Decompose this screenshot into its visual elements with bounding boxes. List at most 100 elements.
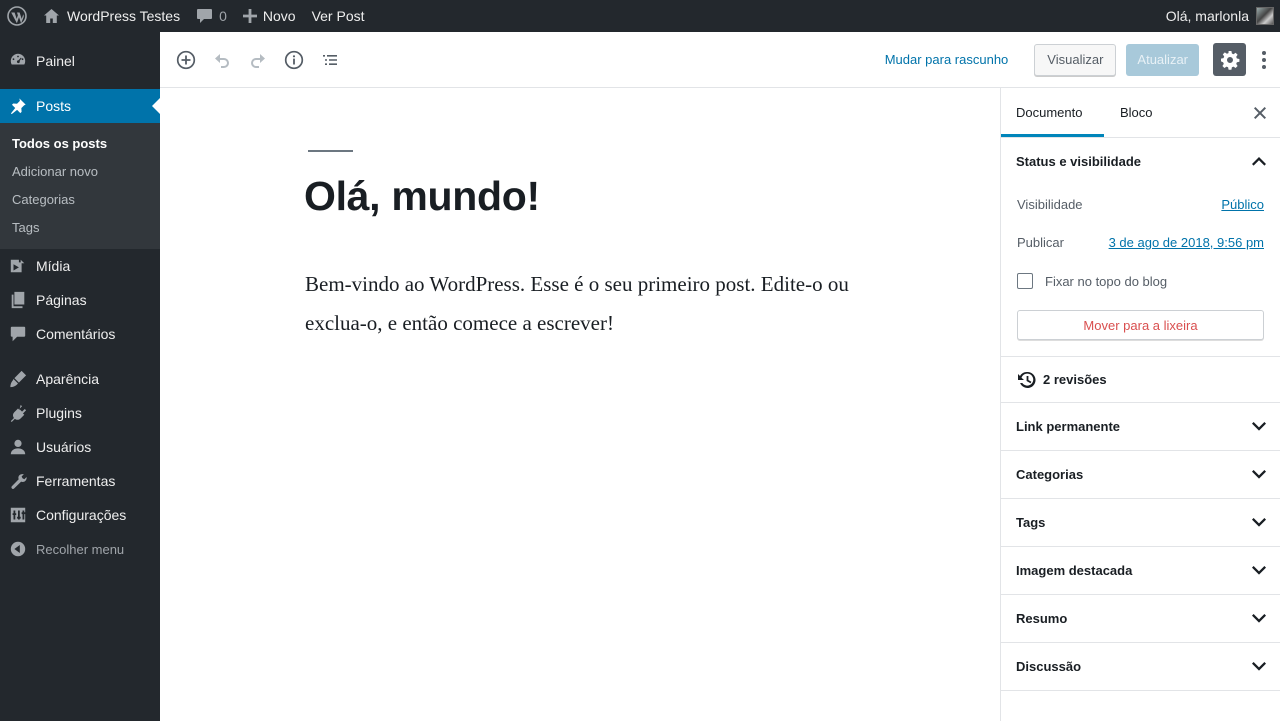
sidebar-item-label: Ferramentas: [36, 473, 116, 489]
title-divider: [308, 150, 353, 152]
tools-icon: [11, 474, 27, 489]
trash-label: Mover para a lixeira: [1083, 317, 1198, 333]
visibility-label: Visibilidade: [1017, 196, 1083, 212]
preview-button[interactable]: Visualizar: [1034, 43, 1117, 76]
content-info-button[interactable]: [276, 42, 312, 78]
tags-toggle[interactable]: Tags: [1001, 499, 1280, 546]
preview-label: Visualizar: [1047, 52, 1104, 67]
pin-icon: [10, 98, 26, 115]
settings-sidebar: Documento Bloco Status e visibilidade Vi…: [1000, 88, 1280, 721]
wordpress-logo-button[interactable]: [0, 0, 35, 32]
sidebar-item-label: Plugins: [36, 405, 82, 421]
section-title: Status e visibilidade: [1016, 154, 1141, 169]
list-outline-icon: [323, 54, 337, 65]
close-icon: [1254, 107, 1266, 119]
site-name: WordPress Testes: [67, 8, 181, 24]
visibility-row: Visibilidade Público: [1017, 185, 1264, 223]
discussion-toggle[interactable]: Discussão: [1001, 643, 1280, 690]
tags-section: Tags: [1001, 499, 1280, 547]
section-title: Categorias: [1016, 467, 1084, 482]
update-label: Atualizar: [1137, 52, 1188, 67]
section-title: Link permanente: [1016, 419, 1121, 434]
tab-block[interactable]: Bloco: [1104, 88, 1168, 137]
submenu-tags[interactable]: Tags: [0, 214, 160, 242]
chevron-down-icon: [1252, 566, 1266, 575]
tab-document[interactable]: Documento: [1001, 88, 1104, 137]
chevron-down-icon: [1252, 518, 1266, 527]
post-paragraph-block[interactable]: Bem-vindo ao WordPress. Esse é o seu pri…: [305, 265, 865, 343]
sidebar-item-comentarios[interactable]: Comentários: [0, 317, 160, 351]
sidebar-item-aparencia[interactable]: Aparência: [0, 362, 160, 396]
sidebar-item-label: Páginas: [36, 292, 87, 308]
plus-icon: [242, 9, 257, 23]
more-vertical-icon: [1262, 50, 1266, 69]
collapse-menu-label: Recolher menu: [36, 541, 125, 557]
media-icon: [10, 259, 25, 273]
featured-image-section: Imagem destacada: [1001, 547, 1280, 595]
redo-button[interactable]: [240, 42, 276, 78]
sidebar-item-label: Usuários: [36, 439, 92, 455]
featured-image-toggle[interactable]: Imagem destacada: [1001, 547, 1280, 594]
users-icon: [10, 439, 26, 455]
categories-section: Categorias: [1001, 451, 1280, 499]
move-to-trash-button[interactable]: Mover para a lixeira: [1017, 310, 1264, 340]
sidebar-item-usuarios[interactable]: Usuários: [0, 430, 160, 464]
new-content-link[interactable]: Novo: [235, 0, 304, 32]
collapse-menu-button[interactable]: Recolher menu: [0, 532, 160, 566]
submenu-categories[interactable]: Categorias: [0, 186, 160, 214]
more-options-button[interactable]: [1252, 42, 1276, 78]
block-navigation-button[interactable]: [312, 42, 348, 78]
submenu-add-new[interactable]: Adicionar novo: [0, 158, 160, 186]
account-menu[interactable]: Olá, marlonla: [1166, 7, 1280, 25]
pages-icon: [11, 291, 25, 309]
site-name-link[interactable]: WordPress Testes: [35, 0, 188, 32]
view-post-link[interactable]: Ver Post: [304, 0, 373, 32]
sidebar-item-midia[interactable]: Mídia: [0, 249, 160, 283]
categories-toggle[interactable]: Categorias: [1001, 451, 1280, 498]
tab-block-label: Bloco: [1120, 105, 1153, 120]
publish-label: Publicar: [1017, 234, 1064, 250]
permalink-toggle[interactable]: Link permanente: [1001, 403, 1280, 450]
sidebar-item-ferramentas[interactable]: Ferramentas: [0, 464, 160, 498]
new-label: Novo: [262, 8, 296, 24]
plus-circle-icon: [176, 50, 196, 69]
sidebar-item-label: Configurações: [36, 507, 127, 523]
chevron-up-icon: [1252, 157, 1266, 166]
redo-icon: [251, 53, 265, 68]
sidebar-item-label: Mídia: [36, 258, 71, 274]
chevron-down-icon: [1252, 614, 1266, 623]
switch-to-draft-button[interactable]: Mudar para rascunho: [885, 52, 1009, 67]
view-post-label: Ver Post: [311, 8, 365, 24]
info-icon: [284, 50, 304, 69]
settings-toggle-button[interactable]: [1213, 43, 1246, 76]
admin-bar: WordPress Testes 0 Novo Ver Post Olá, ma…: [0, 0, 1280, 32]
sidebar-item-paginas[interactable]: Páginas: [0, 283, 160, 317]
home-icon: [44, 9, 59, 23]
comments-count: 0: [219, 8, 227, 24]
comment-bubble-icon: [197, 9, 213, 23]
wordpress-logo-icon: [7, 6, 27, 26]
post-title[interactable]: Olá, mundo!: [304, 173, 540, 220]
greeting-text: Olá, marlonla: [1165, 8, 1249, 24]
visibility-value-link[interactable]: Público: [1221, 197, 1264, 212]
status-visibility-toggle[interactable]: Status e visibilidade: [1001, 138, 1280, 185]
add-block-button[interactable]: [168, 42, 204, 78]
submenu-all-posts[interactable]: Todos os posts: [0, 130, 160, 158]
revisions-link[interactable]: 2 revisões: [1001, 357, 1280, 403]
publish-date-link[interactable]: 3 de ago de 2018, 9:56 pm: [1109, 235, 1264, 250]
sticky-checkbox[interactable]: [1017, 273, 1033, 289]
status-visibility-section: Status e visibilidade Visibilidade Públi…: [1001, 138, 1280, 357]
undo-button[interactable]: [204, 42, 240, 78]
admin-sidebar: Painel Posts Todos os posts Adicionar no…: [0, 32, 160, 721]
comments-link[interactable]: 0: [188, 0, 235, 32]
editor-toolbar: Mudar para rascunho Visualizar Atualizar: [160, 32, 1280, 88]
sidebar-item-configuracoes[interactable]: Configurações: [0, 498, 160, 532]
update-button[interactable]: Atualizar: [1126, 43, 1199, 76]
history-icon: [1018, 371, 1036, 388]
excerpt-toggle[interactable]: Resumo: [1001, 595, 1280, 642]
sidebar-item-plugins[interactable]: Plugins: [0, 396, 160, 430]
sidebar-item-posts[interactable]: Posts: [0, 89, 160, 123]
undo-icon: [215, 53, 229, 68]
close-panel-button[interactable]: [1248, 101, 1272, 125]
sidebar-item-painel[interactable]: Painel: [0, 44, 160, 78]
